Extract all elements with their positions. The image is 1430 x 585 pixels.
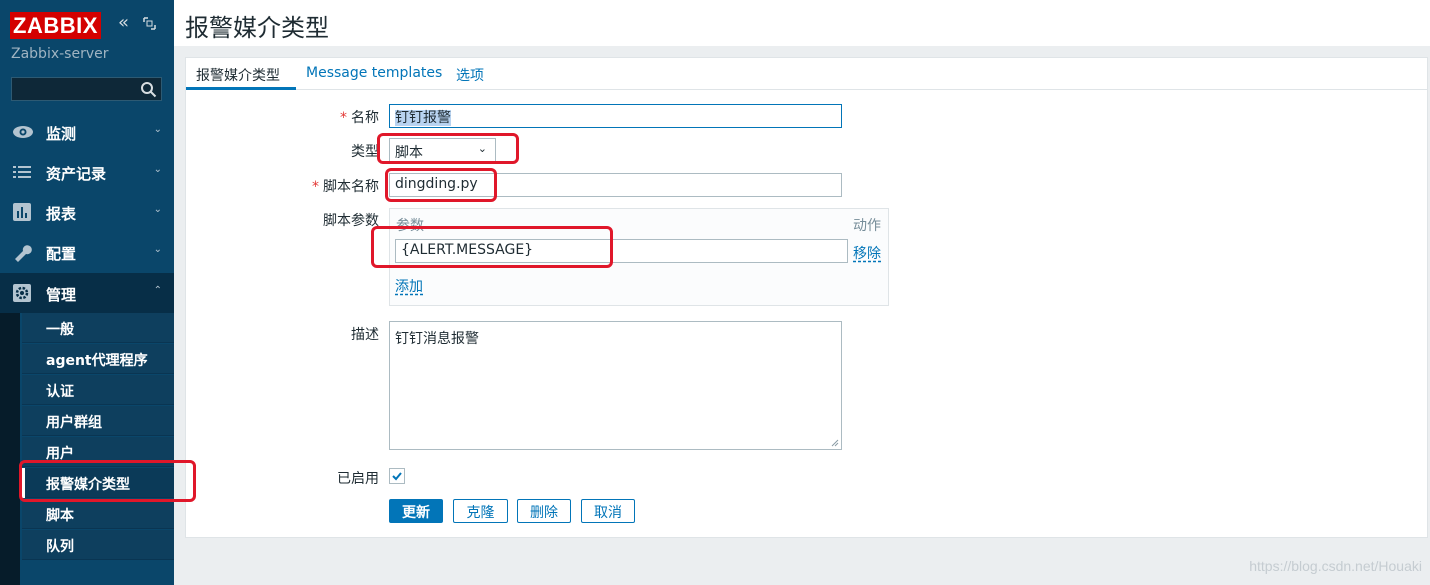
delete-button[interactable]: 删除 [517,499,571,523]
clone-button[interactable]: 克隆 [453,499,508,523]
description-label: 描述 [351,327,379,343]
required-mark: * [312,179,319,195]
wrench-icon [15,245,32,262]
submenu-label: 脚本 [46,508,74,524]
menu-label: 监测 [46,125,77,143]
page-header: 报警媒介类型 [174,0,1430,46]
submenu-item-general[interactable]: 一般 [22,313,174,343]
sidebar-search-input[interactable] [11,77,162,101]
submenu-item-proxies[interactable]: agent代理程序 [22,344,174,374]
description-value: 钉钉消息报警 [395,331,479,347]
tab-message-templates[interactable]: Message templates [306,65,442,81]
action-column-header: 动作 [853,218,881,234]
list-icon [13,166,31,178]
menu-reports[interactable]: 报表 ⌄ [0,192,174,232]
cancel-button[interactable]: 取消 [581,499,635,523]
server-name: Zabbix-server [11,46,109,62]
submenu-label: agent代理程序 [46,353,148,369]
description-textarea[interactable]: 钉钉消息报警 [389,321,842,450]
eye-icon [13,126,33,138]
script-name-label-text: 脚本名称 [323,179,379,195]
name-input-value: 钉钉报警 [395,110,451,126]
menu-configuration[interactable]: 配置 ⌄ [0,232,174,272]
submenu-label: 用户群组 [46,415,102,431]
remove-param-link[interactable]: 移除 [853,243,881,263]
submenu-item-user-groups[interactable]: 用户群组 [22,406,174,436]
name-label: * 名称 [300,107,379,127]
highlight-type-box [377,133,519,164]
submenu-label: 队列 [46,539,74,555]
required-mark: * [340,110,347,126]
highlight-param-box [371,226,613,268]
add-param-link[interactable]: 添加 [395,276,423,296]
menu-label: 管理 [46,286,77,304]
bar-chart-icon [13,203,31,221]
chevron-down-icon: ⌄ [153,164,162,175]
tab-bar: 报警媒介类型 Message templates 选项 [186,58,1427,90]
submenu-item-queue[interactable]: 队列 [22,530,174,560]
highlight-media-types-box [19,460,196,502]
update-button[interactable]: 更新 [389,499,443,523]
script-params-label: 脚本参数 [323,213,379,229]
admin-submenu: 一般 agent代理程序 认证 用户群组 用户 报警媒介类型 脚本 队列 [0,313,174,585]
submenu-item-scripts[interactable]: 脚本 [22,499,174,529]
type-label: 类型 [351,144,379,160]
submenu-label: 认证 [46,384,74,400]
name-label-text: 名称 [351,110,379,126]
watermark: https://blog.csdn.net/Houaki [1249,558,1422,574]
menu-monitoring[interactable]: 监测 ⌄ [0,112,174,152]
collapse-sidebar-icon[interactable]: « [118,14,134,33]
kiosk-mode-icon[interactable] [143,17,156,30]
chevron-up-icon: ⌃ [153,285,162,296]
gear-icon [13,284,31,302]
menu-inventory[interactable]: 资产记录 ⌄ [0,152,174,192]
menu-label: 资产记录 [46,165,107,183]
enabled-checkbox[interactable] [389,468,405,484]
submenu-item-authentication[interactable]: 认证 [22,375,174,405]
chevron-down-icon: ⌄ [153,124,162,135]
menu-label: 配置 [46,245,77,263]
search-icon[interactable] [140,81,157,98]
chevron-down-icon: ⌄ [153,244,162,255]
enabled-label: 已启用 [337,471,379,487]
menu-administration[interactable]: 管理 ⌃ [0,273,174,313]
script-name-label: * 脚本名称 [290,176,379,196]
highlight-script-name-box [385,168,497,202]
page-title: 报警媒介类型 [185,14,329,42]
tab-media-type[interactable]: 报警媒介类型 [196,65,280,85]
tab-options[interactable]: 选项 [456,65,484,85]
resize-handle-icon[interactable] [831,439,839,447]
checkmark-icon [392,472,402,481]
submenu-rail [0,313,20,585]
active-tab-indicator [186,87,296,90]
menu-label: 报表 [46,205,77,223]
submenu-label: 一般 [46,322,74,338]
chevron-down-icon: ⌄ [153,204,162,215]
zabbix-logo[interactable]: ZABBIX [10,12,101,39]
name-input[interactable]: 钉钉报警 [389,104,842,128]
